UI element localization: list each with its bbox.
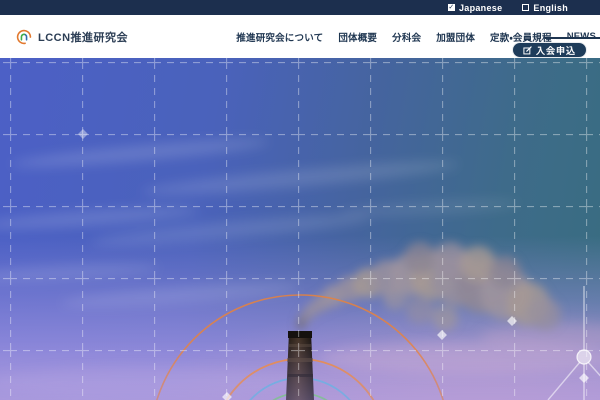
language-label: English: [533, 2, 568, 13]
node-circle: [576, 349, 592, 365]
hero-art: [0, 58, 600, 400]
nav-item-members[interactable]: 加盟団体: [436, 30, 475, 44]
site-header: LCCN推進研究会 推進研究会について 団体概要 分科会 加盟団体 定款・会員規…: [0, 15, 600, 58]
language-bar: Japanese English: [0, 0, 600, 15]
site-logo[interactable]: LCCN推進研究会: [16, 29, 128, 45]
language-label: Japanese: [458, 2, 503, 13]
logo-ring-swirl-icon: [16, 29, 32, 45]
nav-item-organization[interactable]: 団体概要: [338, 30, 377, 44]
grid-overlay: [0, 58, 600, 400]
logo-text: LCCN推進研究会: [38, 31, 129, 44]
page: Japanese English LCCN推進研究会 推進研究会について 団体概…: [0, 0, 600, 400]
application-form-icon: [523, 45, 532, 55]
language-toggle-english[interactable]: English: [522, 3, 568, 13]
checkbox-checked-icon[interactable]: [447, 4, 455, 11]
join-button[interactable]: 入会申込: [511, 42, 587, 58]
news-active-underline: [545, 37, 600, 39]
hero-image: [0, 58, 600, 400]
nav-item-about[interactable]: 推進研究会について: [236, 30, 323, 44]
nav-item-subcommittee[interactable]: 分科会: [392, 30, 421, 44]
join-button-label: 入会申込: [535, 45, 576, 56]
checkbox-unchecked-icon[interactable]: [522, 4, 530, 11]
language-toggle-japanese[interactable]: Japanese: [447, 2, 503, 13]
